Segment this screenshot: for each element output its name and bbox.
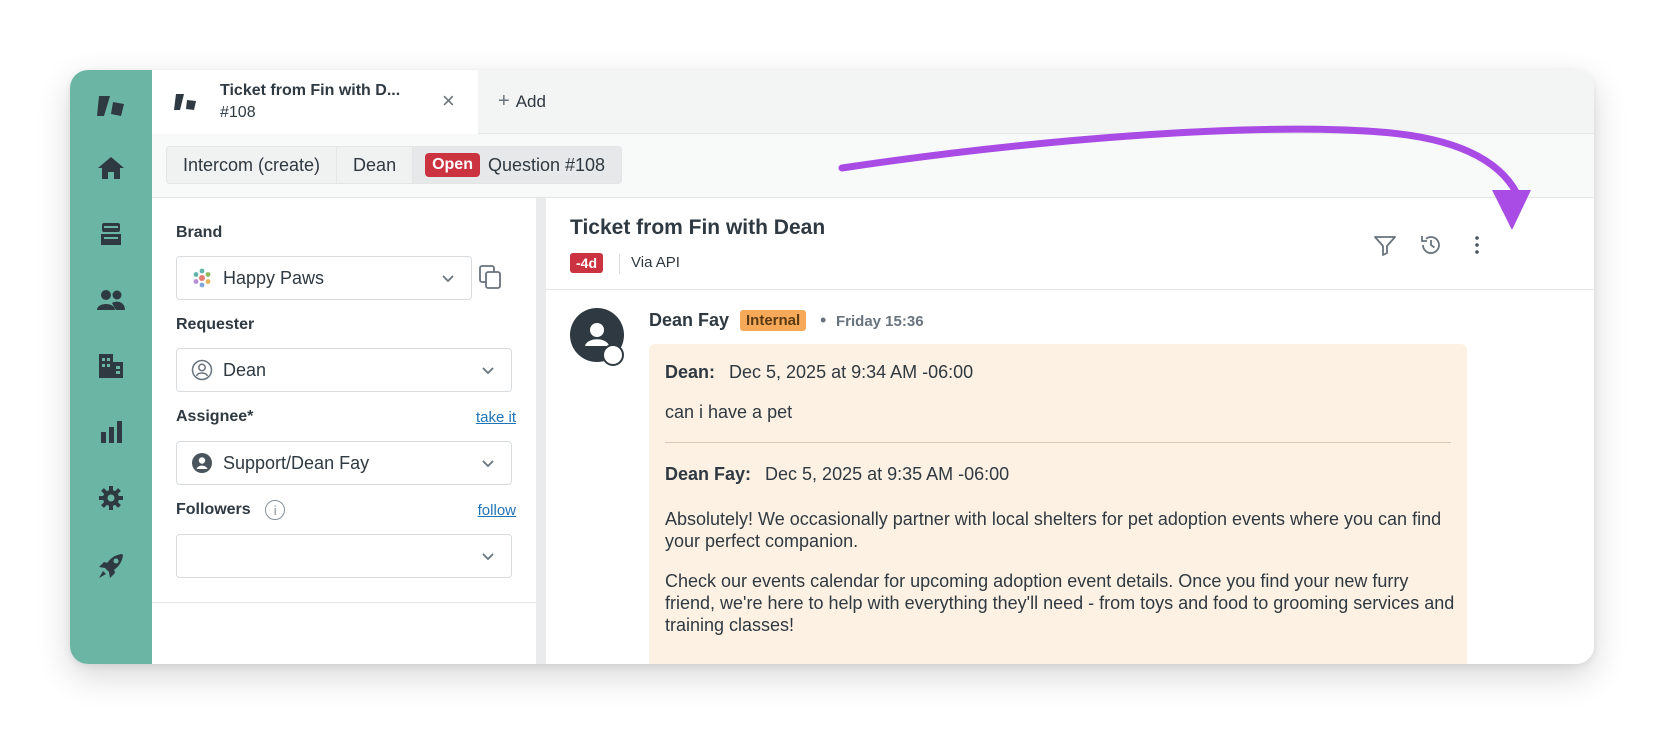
history-icon[interactable] [1418,232,1444,258]
chevron-down-icon [482,460,494,468]
assignee-select[interactable]: Support/Dean Fay [176,441,512,485]
gear-icon[interactable] [87,474,135,522]
breadcrumb-ticket[interactable]: Open Question #108 [412,146,623,184]
headset-icon [602,344,624,366]
conversation-panel: Ticket from Fin with Dean -4d Via API De… [546,198,1594,664]
follow-link[interactable]: follow [478,502,516,519]
message-author: Dean Fay [649,310,730,330]
rocket-icon[interactable] [87,542,135,590]
transcript-text: can i have a pet [665,402,793,422]
plus-icon: + [498,90,510,112]
status-badge: Open [425,153,480,177]
speaker-date: Dec 5, 2025 at 9:34 AM -06:00 [729,362,974,382]
take-it-link[interactable]: take it [476,409,516,426]
zendesk-logo-icon[interactable] [87,82,135,130]
chevron-down-icon [482,553,494,561]
assignee-value: Support/Dean Fay [223,452,370,473]
speaker-name: Dean: [665,362,716,382]
panel-resize-handle[interactable] [536,198,546,664]
requester-value: Dean [223,359,267,380]
internal-note: Dean: Dec 5, 2025 at 9:34 AM -06:00 can i… [649,344,1467,664]
agent-avatar-icon [192,453,212,473]
chevron-down-icon [442,275,454,283]
brand-logo-icon [193,268,211,288]
tab-title: Ticket from Fin with D... [220,82,401,99]
add-tab-label: Add [515,91,546,111]
transcript-text: Check our events calendar for upcoming a… [665,571,1455,635]
breadcrumb-bar: Intercom (create) Dean Open Question #10… [152,134,1594,198]
filter-icon[interactable] [1372,232,1398,258]
tab-ticket-108[interactable]: Ticket from Fin with D... #108 × [152,70,478,134]
chevron-down-icon [482,367,494,375]
breadcrumb-ticket-label: Question #108 [487,154,606,175]
internal-badge: Internal [740,310,807,331]
sla-badge: -4d [570,253,603,273]
breadcrumb-requester[interactable]: Dean [336,146,413,184]
brand-label: Brand [176,224,223,241]
inbox-icon[interactable] [87,210,135,258]
brand-select[interactable]: Happy Paws [176,256,472,300]
followers-label: Followers i [176,500,286,520]
app-window: Ticket from Fin with D... #108 × + Add I… [70,70,1594,664]
breadcrumb: Intercom (create) Dean Open Question #10… [166,146,623,184]
copy-icon[interactable] [476,263,504,291]
app-rail [70,70,152,664]
message-time: Friday 15:36 [836,313,924,330]
transcript-line: Dean Fay: Dec 5, 2025 at 9:35 AM -06:00 [665,464,1009,485]
speaker-name: Dean Fay: [665,464,752,484]
brand-value: Happy Paws [223,267,325,288]
tab-ticket-number: #108 [220,104,256,121]
channel-label: Via API [631,254,680,271]
separator-dot: • [820,310,827,330]
assignee-label: Assignee* [176,408,254,425]
speaker-date: Dec 5, 2025 at 9:35 AM -06:00 [765,464,1010,484]
divider [619,254,620,274]
fields-divider [152,602,536,603]
conversation-header: Ticket from Fin with Dean -4d Via API [546,198,1594,290]
transcript-text: Absolutely! We occasionally partner with… [665,509,1442,551]
building-icon[interactable] [87,342,135,390]
more-icon[interactable] [1464,232,1490,258]
requester-select[interactable]: Dean [176,348,512,392]
tab-bar: Ticket from Fin with D... #108 × + Add [152,70,1594,134]
requester-label: Requester [176,316,255,333]
transcript-line: Dean: Dec 5, 2025 at 9:34 AM -06:00 [665,362,973,383]
users-icon[interactable] [87,276,135,324]
zendesk-logo-icon [174,94,196,110]
followers-label-text: Followers [176,501,251,519]
user-icon [191,359,213,381]
transcript-divider [665,442,1451,443]
info-icon[interactable]: i [265,500,286,520]
ticket-title: Ticket from Fin with Dean [570,216,826,239]
add-tab-button[interactable]: + Add [498,90,546,113]
breadcrumb-organization[interactable]: Intercom (create) [166,146,337,184]
reports-icon[interactable] [87,408,135,456]
close-icon[interactable]: × [442,90,455,112]
ticket-fields-panel: Brand Happy Paws Requester Dean Assignee… [152,198,536,664]
home-icon[interactable] [87,144,135,192]
followers-select[interactable] [176,534,512,578]
